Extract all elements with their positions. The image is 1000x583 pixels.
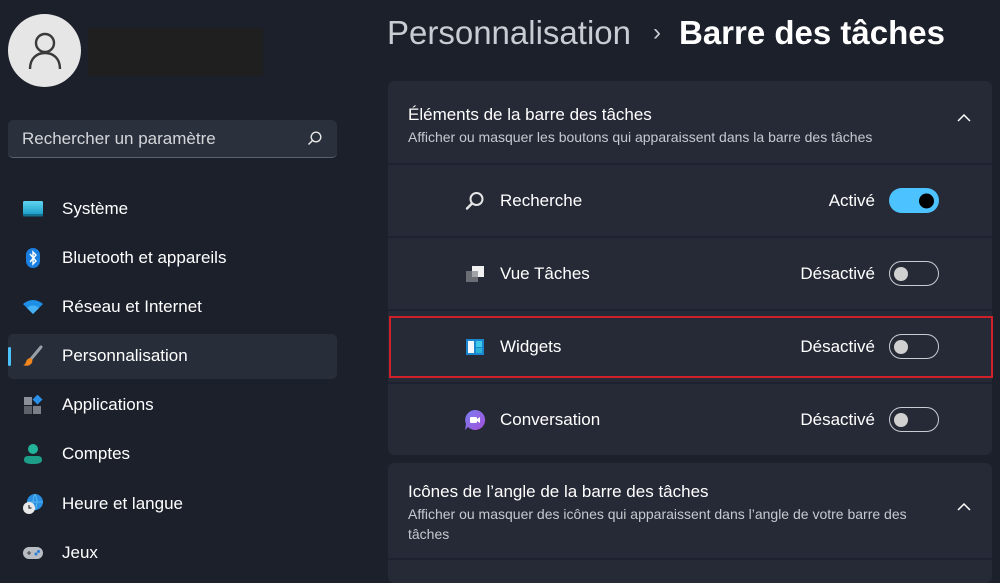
sidebar-item-personnalisation[interactable]: Personnalisation bbox=[8, 333, 337, 379]
gamepad-icon bbox=[22, 542, 44, 564]
row-label: Conversation bbox=[500, 409, 601, 429]
sidebar-item-label: Personnalisation bbox=[62, 346, 188, 366]
sidebar-item-label: Heure et langue bbox=[62, 493, 183, 513]
row-label: Vue Tâches bbox=[500, 263, 590, 283]
breadcrumb-parent[interactable]: Personnalisation bbox=[387, 14, 631, 52]
widgets-icon bbox=[464, 336, 486, 358]
taskbar-item-row-vue-taches: Vue Tâches Désactivé bbox=[388, 238, 992, 311]
section-header[interactable]: Icônes de l’angle de la barre des tâches… bbox=[388, 463, 992, 560]
paintbrush-icon bbox=[22, 345, 44, 367]
toggle-state-label: Désactivé bbox=[800, 409, 875, 429]
sidebar-item-applications[interactable]: Applications bbox=[8, 383, 337, 428]
taskbar-items-section: Éléments de la barre des tâches Afficher… bbox=[388, 81, 992, 455]
taskbar-item-row-conversation: Conversation Désactivé bbox=[388, 384, 992, 455]
sidebar-nav: Système Bluetooth et appareils Réseau et… bbox=[8, 186, 337, 580]
search-icon[interactable] bbox=[305, 130, 323, 148]
toggle-knob bbox=[894, 339, 908, 354]
toggle-state-label: Désactivé bbox=[800, 336, 875, 356]
widgets-toggle[interactable] bbox=[889, 334, 939, 359]
row-label: Widgets bbox=[500, 336, 562, 356]
account-icon bbox=[22, 443, 44, 465]
page-title: Barre des tâches bbox=[679, 14, 945, 51]
user-avatar-icon bbox=[28, 32, 61, 69]
vue-taches-toggle[interactable] bbox=[889, 261, 939, 286]
sidebar-item-label: Jeux bbox=[62, 542, 98, 562]
chat-icon bbox=[464, 409, 486, 431]
chevron-up-icon[interactable] bbox=[956, 501, 972, 513]
sidebar-item-heure[interactable]: Heure et langue bbox=[8, 481, 337, 526]
taskbar-item-row-widgets: Widgets Désactivé bbox=[388, 311, 992, 384]
recherche-toggle[interactable] bbox=[889, 188, 939, 213]
taskbar-corner-icons-section: Icônes de l’angle de la barre des tâches… bbox=[388, 463, 992, 583]
avatar[interactable] bbox=[8, 14, 81, 87]
section-subtitle: Afficher ou masquer des icônes qui appar… bbox=[408, 506, 907, 542]
section-header[interactable]: Éléments de la barre des tâches Afficher… bbox=[388, 81, 992, 165]
sidebar-item-label: Comptes bbox=[62, 444, 131, 464]
section-title: Icônes de l’angle de la barre des tâches bbox=[408, 482, 709, 501]
search-icon bbox=[464, 190, 486, 212]
sidebar-item-reseau[interactable]: Réseau et Internet bbox=[8, 284, 337, 329]
sidebar-item-label: Réseau et Internet bbox=[62, 296, 202, 316]
conversation-toggle[interactable] bbox=[889, 407, 939, 432]
toggle-knob bbox=[919, 193, 934, 208]
wifi-icon bbox=[22, 296, 44, 318]
settings-search-box[interactable] bbox=[8, 120, 337, 158]
section-subtitle: Afficher ou masquer les boutons qui appa… bbox=[408, 129, 873, 145]
sidebar-item-label: Applications bbox=[62, 395, 154, 415]
sidebar-item-jeux[interactable]: Jeux bbox=[8, 530, 337, 575]
sidebar-item-label: Système bbox=[62, 198, 129, 218]
toggle-state-label: Activé bbox=[828, 190, 875, 210]
bluetooth-icon bbox=[22, 247, 44, 269]
taskbar-item-row-recherche: Recherche Activé bbox=[388, 165, 992, 238]
task-view-icon bbox=[464, 263, 486, 285]
section-title: Éléments de la barre des tâches bbox=[408, 105, 652, 124]
time-language-icon bbox=[22, 493, 44, 515]
toggle-knob bbox=[894, 266, 908, 281]
sidebar-item-comptes[interactable]: Comptes bbox=[8, 432, 337, 477]
sidebar-item-label: Bluetooth et appareils bbox=[62, 247, 227, 267]
username-redacted bbox=[88, 28, 263, 76]
sidebar-item-systeme[interactable]: Système bbox=[8, 186, 337, 231]
chevron-up-icon[interactable] bbox=[956, 112, 972, 124]
breadcrumb: Personnalisation › Barre des tâches bbox=[387, 14, 945, 52]
settings-search-input[interactable] bbox=[22, 128, 305, 149]
sidebar-item-bluetooth[interactable]: Bluetooth et appareils bbox=[8, 235, 337, 280]
toggle-knob bbox=[894, 412, 908, 427]
apps-icon bbox=[22, 394, 44, 416]
toggle-state-label: Désactivé bbox=[800, 263, 875, 283]
system-display-icon bbox=[22, 198, 44, 220]
row-label: Recherche bbox=[500, 190, 583, 210]
breadcrumb-separator-icon: › bbox=[653, 19, 661, 46]
